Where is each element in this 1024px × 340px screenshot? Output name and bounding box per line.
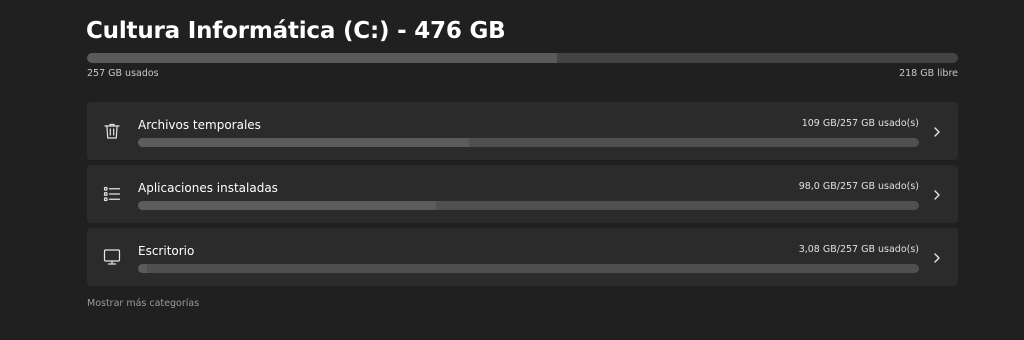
category-usage-fill	[138, 138, 470, 147]
category-usage: 109 GB/257 GB usado(s)	[801, 118, 919, 129]
category-installed-apps[interactable]: Aplicaciones instaladas 98,0 GB/257 GB u…	[87, 165, 958, 223]
chevron-right-icon	[932, 187, 942, 201]
category-temporary-files[interactable]: Archivos temporales 109 GB/257 GB usado(…	[87, 102, 958, 160]
category-desktop[interactable]: Escritorio 3,08 GB/257 GB usado(s)	[87, 228, 958, 286]
chevron-right-icon	[932, 250, 942, 264]
used-space-label: 257 GB usados	[87, 68, 159, 79]
monitor-icon	[103, 248, 121, 266]
category-usage: 98,0 GB/257 GB usado(s)	[798, 181, 919, 192]
show-more-categories-link[interactable]: Mostrar más categorías	[87, 298, 199, 309]
category-usage: 3,08 GB/257 GB usado(s)	[798, 244, 919, 255]
category-label: Archivos temporales	[138, 118, 261, 132]
trash-icon	[103, 122, 121, 140]
drive-usage-bar	[87, 53, 958, 63]
category-usage-bar	[138, 138, 919, 147]
drive-usage-fill	[87, 53, 558, 63]
list-icon	[103, 185, 121, 203]
category-usage-bar	[138, 264, 919, 273]
free-space-label: 218 GB libre	[899, 68, 958, 79]
chevron-right-icon	[932, 124, 942, 138]
drive-title: Cultura Informática (C:) - 476 GB	[86, 18, 506, 44]
category-usage-fill	[138, 201, 436, 210]
category-usage-fill	[138, 264, 148, 273]
category-usage-bar	[138, 201, 919, 210]
category-label: Escritorio	[138, 244, 195, 258]
category-label: Aplicaciones instaladas	[138, 181, 278, 195]
